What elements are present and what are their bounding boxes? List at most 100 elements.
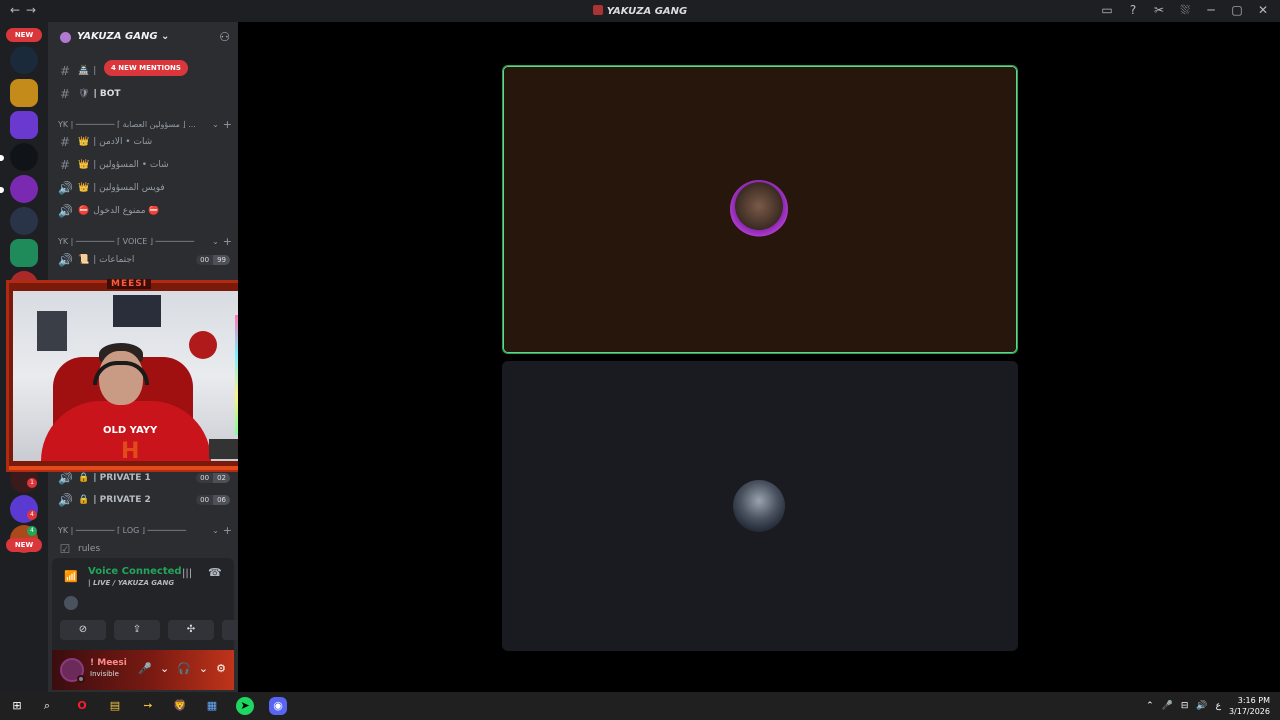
server-icon-5[interactable] — [10, 175, 38, 203]
new-pill-top[interactable]: NEW — [6, 28, 42, 42]
gear-icon[interactable]: ⚙ — [216, 662, 226, 675]
server-icon-6[interactable] — [10, 207, 38, 235]
spotify-icon[interactable]: ➤ — [236, 697, 254, 715]
text-channel-icon: # — [59, 158, 71, 172]
add-channel-icon[interactable]: + — [223, 118, 232, 131]
user-limit: 02 — [213, 473, 230, 483]
volume-icon[interactable]: 🔊 — [1196, 701, 1207, 711]
voice-channel-item[interactable]: 🔊 🔒 | PRIVATE 2 00 06 — [58, 490, 230, 510]
channel-item[interactable]: 🔊 👑 | فويس المسؤولين — [58, 178, 230, 198]
channel-label: ممنوع الدخول ⛔ — [93, 206, 160, 216]
new-mentions-pill[interactable]: 4 NEW MENTIONS — [104, 60, 188, 76]
voice-channel-icon: 🔊 — [58, 181, 73, 195]
voice-channel-item[interactable]: 🔊 📜 | اجتماعات 00 99 — [58, 250, 230, 270]
channel-item[interactable]: # 👑 | شات • الادمن — [58, 132, 230, 152]
add-channel-icon[interactable]: + — [223, 524, 232, 537]
help-icon[interactable]: ? — [1126, 3, 1140, 18]
voice-status[interactable]: Voice Connected — [88, 566, 182, 577]
microphone-icon[interactable]: 🎤 — [1162, 701, 1173, 711]
language-indicator[interactable]: ع — [1216, 701, 1221, 711]
date: 3/17/2026 — [1228, 707, 1270, 716]
server-icon-4[interactable] — [10, 143, 38, 171]
file-explorer-icon[interactable]: ▤ — [106, 697, 124, 715]
server-icon — [592, 5, 603, 15]
start-icon[interactable]: ⊞ — [8, 697, 26, 715]
channel-emoji: 🛡 — [78, 89, 90, 99]
quests-icon[interactable]: ⛆ — [1178, 3, 1192, 18]
noise-suppression-icon[interactable]: ||| — [182, 568, 192, 579]
app-icon[interactable]: ▦ — [203, 697, 221, 715]
user-count: 00 — [196, 473, 214, 483]
server-icon-3[interactable] — [10, 111, 38, 139]
minimize-button[interactable]: ─ — [1204, 3, 1218, 18]
text-channel-icon: # — [59, 135, 71, 149]
channel-item[interactable]: 🔊 ⛔ ممنوع الدخول ⛔ — [58, 201, 230, 221]
title-bar: ←→ YAKUZA GANG ▭ ? ✂ ⛆ ─ ▢ ✕ — [0, 0, 1280, 22]
mention-badge: 4 — [27, 510, 37, 520]
voice-channel-name[interactable]: | LIVE / YAKUZA GANG — [88, 579, 174, 587]
opera-icon[interactable]: O — [73, 697, 91, 715]
server-icon-7[interactable] — [10, 239, 38, 267]
voice-connection-panel: 📶 Voice Connected | LIVE / YAKUZA GANG |… — [52, 558, 268, 650]
unread-indicator — [0, 187, 4, 193]
taskbar: ⊞ ⌕ O ▤ ➙ 🦁 ▦ ➤ ◉ ⌃ 🎤 ⊟ 🔊 ع 3:16 PM 3/17… — [0, 692, 1280, 720]
add-channel-icon[interactable]: + — [223, 235, 232, 248]
channel-label: | BOT — [93, 89, 121, 99]
channel-label: | PRIVATE 2 — [93, 495, 151, 505]
screen-share-button[interactable]: ⇪ — [114, 620, 160, 640]
server-icon-2[interactable] — [10, 79, 38, 107]
time: 3:16 PM — [1237, 696, 1270, 705]
channel-emoji: 📜 — [78, 255, 90, 265]
user-limit: 99 — [213, 255, 230, 265]
category-voice[interactable]: YK | ──────── ⌈ VOICE ⌋ ──────── ⌄ + — [58, 234, 232, 248]
server-icon-1[interactable] — [10, 46, 38, 74]
clock[interactable]: 3:16 PM 3/17/2026 — [1229, 695, 1270, 717]
user-panel: ! Meesi Invisible 🎤 ⌄ 🎧 ⌄ ⚙ — [52, 650, 234, 690]
activities-button[interactable]: ✣ — [168, 620, 214, 640]
shirt-text: OLD YAYY — [103, 425, 158, 436]
avatar[interactable] — [64, 596, 78, 610]
headphones-icon[interactable]: 🎧 — [177, 662, 191, 675]
chevron-down-icon[interactable]: ⌄ — [199, 662, 208, 675]
participant-tile[interactable] — [502, 361, 1018, 651]
maximize-button[interactable]: ▢ — [1230, 3, 1244, 18]
status-indicator — [77, 675, 85, 683]
app-icon[interactable]: ➙ — [139, 697, 157, 715]
chevron-up-icon[interactable]: ⌃ — [1146, 701, 1154, 711]
channel-label: | شات • الادمن — [93, 137, 153, 147]
category-admins[interactable]: YK | ──────── ⌈ مسؤولين العصابة ⌋ ... ⌄ … — [58, 117, 232, 131]
participant-tile-speaking[interactable] — [502, 65, 1018, 354]
network-icon[interactable]: ⊟ — [1181, 701, 1189, 711]
logo-mark: H — [121, 439, 140, 464]
disconnect-icon[interactable]: ☎ — [208, 566, 222, 579]
username[interactable]: ! Meesi — [90, 658, 127, 668]
camera-off-button[interactable]: ⊘ — [60, 620, 106, 640]
search-icon[interactable]: ⌕ — [38, 697, 56, 715]
voice-channel-icon: 🔊 — [58, 471, 73, 485]
unread-indicator — [0, 155, 4, 161]
user-limit: 06 — [213, 495, 230, 505]
channel-label: | PRIVATE 1 — [93, 473, 151, 483]
category-label: YK | ──────── ⌈ مسؤولين العصابة ⌋ ... — [58, 119, 196, 129]
microphone-icon[interactable]: 🎤 — [138, 662, 152, 675]
category-log[interactable]: YK | ──────── ⌈ LOG ⌋ ──────── ⌄ + — [58, 523, 232, 537]
signal-icon[interactable]: 📶 — [64, 570, 78, 583]
user-controls: 🎤 ⌄ 🎧 ⌄ ⚙ — [138, 662, 226, 675]
close-button[interactable]: ✕ — [1256, 3, 1270, 18]
channel-emoji: 👑 — [78, 160, 90, 170]
channel-item[interactable]: ☑ rules — [58, 539, 230, 559]
server-header[interactable]: YAKUZA GANG ⌄ ⚇ — [48, 22, 238, 54]
channel-label: rules — [78, 544, 101, 554]
channel-item[interactable]: # 👑 | شات • المسؤولين — [58, 155, 230, 175]
tools-icon[interactable]: ✂ — [1152, 3, 1166, 18]
channel-item[interactable]: # 🛡 | BOT — [58, 84, 230, 104]
new-pill-bottom[interactable]: NEW — [6, 538, 42, 552]
brave-icon[interactable]: 🦁 — [171, 697, 189, 715]
voice-stage — [238, 22, 1280, 692]
add-member-icon[interactable]: ⚇ — [219, 30, 230, 44]
chevron-down-icon[interactable]: ⌄ — [160, 662, 169, 675]
voice-actions: ⊘ ⇪ ✣ ✺ — [60, 620, 268, 640]
wall-frame — [113, 295, 161, 327]
discord-icon[interactable]: ◉ — [269, 697, 287, 715]
inbox-icon[interactable]: ▭ — [1100, 3, 1114, 18]
